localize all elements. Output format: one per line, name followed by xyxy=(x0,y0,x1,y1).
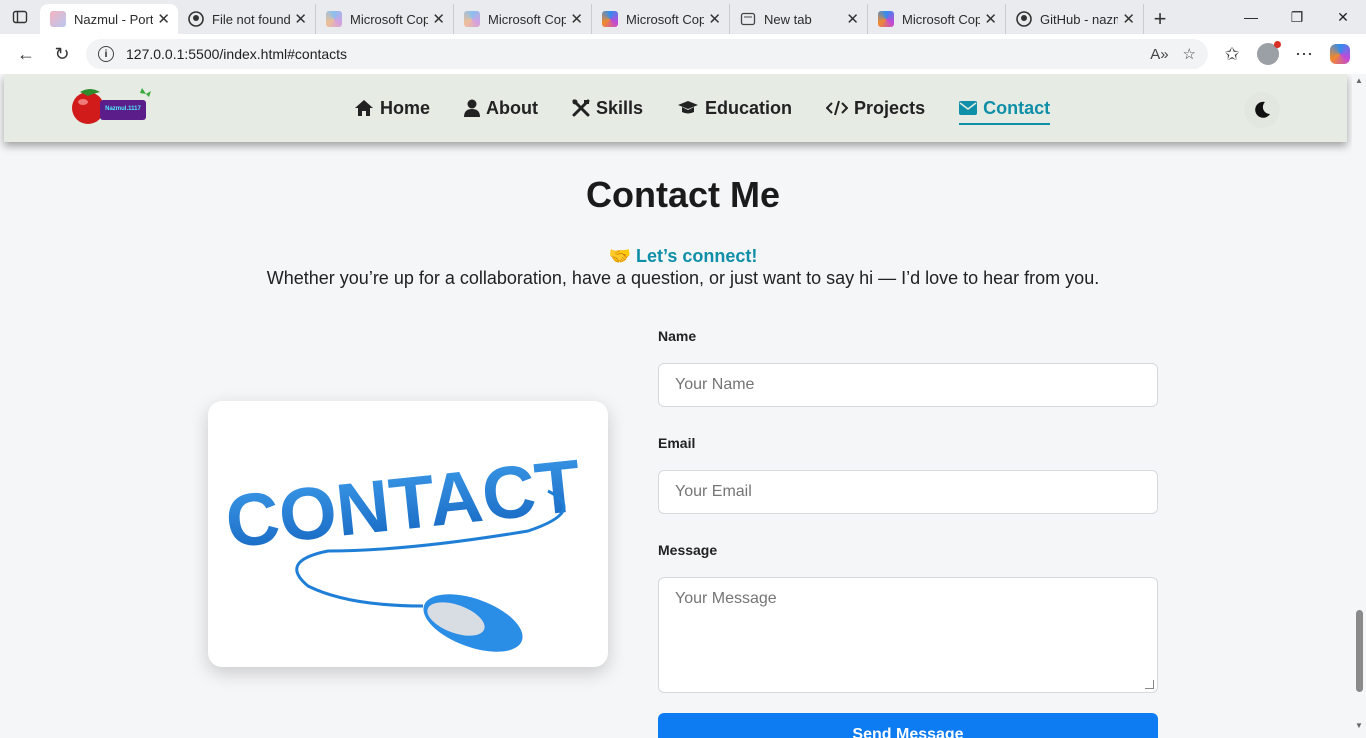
browser-tab[interactable]: New tab ✕ xyxy=(730,4,868,34)
site-logo[interactable]: Nazmul.1117 xyxy=(70,84,152,128)
logo-text: Nazmul.1117 xyxy=(105,106,141,112)
browser-toolbar: ← ↻ i 127.0.0.1:5500/index.html#contacts… xyxy=(0,34,1366,74)
connect-text: Let’s connect! xyxy=(636,246,758,266)
copilot-icon xyxy=(464,11,480,27)
tools-icon xyxy=(572,99,590,117)
connect-heading: 🤝 Let’s connect! xyxy=(0,246,1366,267)
message-label: Message xyxy=(658,542,718,558)
close-tab-icon[interactable]: ✕ xyxy=(708,10,721,28)
handshake-icon: 🤝 xyxy=(608,246,632,266)
close-tab-icon[interactable]: ✕ xyxy=(294,10,307,28)
graduation-cap-icon xyxy=(678,101,699,114)
copilot-button[interactable] xyxy=(1322,36,1358,72)
moon-icon xyxy=(1255,101,1270,118)
read-aloud-icon[interactable]: A» xyxy=(1150,46,1168,63)
contact-subtitle: Whether you’re up for a collaboration, h… xyxy=(266,268,1100,288)
address-bar[interactable]: i 127.0.0.1:5500/index.html#contacts A» … xyxy=(86,39,1208,69)
close-tab-icon[interactable]: ✕ xyxy=(570,10,583,28)
profile-avatar[interactable] xyxy=(1250,36,1286,72)
favorites-icon[interactable]: ✩ xyxy=(1214,36,1250,72)
browser-tab[interactable]: GitHub - nazm ✕ xyxy=(1006,4,1144,34)
copilot-icon xyxy=(878,11,894,27)
scroll-down-icon[interactable]: ▼ xyxy=(1355,721,1363,730)
favorite-star-icon[interactable]: ☆ xyxy=(1183,45,1196,63)
close-tab-icon[interactable]: ✕ xyxy=(157,10,170,28)
browser-tab[interactable]: Microsoft Cop ✕ xyxy=(868,4,1006,34)
nav-about[interactable]: About xyxy=(464,93,538,123)
close-tab-icon[interactable]: ✕ xyxy=(1122,10,1135,28)
send-message-button[interactable]: Send Message xyxy=(658,713,1158,738)
minimize-icon[interactable]: — xyxy=(1228,0,1274,34)
site-favicon xyxy=(50,11,66,27)
envelope-icon xyxy=(959,101,978,115)
refresh-icon[interactable]: ↻ xyxy=(44,36,80,72)
newtab-icon xyxy=(740,12,756,26)
email-input[interactable]: Your Email xyxy=(658,470,1158,514)
tomato-logo-icon: Nazmul.1117 xyxy=(72,88,151,124)
github-icon xyxy=(188,11,204,27)
nav-projects[interactable]: Projects xyxy=(826,93,925,123)
contact-image: CONTACT xyxy=(208,401,608,667)
tab-title: New tab xyxy=(764,11,812,27)
avatar xyxy=(1257,41,1281,65)
browser-tab-portfolio[interactable]: Nazmul - Portf ✕ xyxy=(40,4,178,34)
name-input[interactable]: Your Name xyxy=(658,363,1158,407)
tab-title: Nazmul - Portf xyxy=(74,11,154,27)
theme-toggle-button[interactable] xyxy=(1244,92,1280,128)
new-tab-button[interactable]: + xyxy=(1144,4,1176,34)
nav-contact-label: Contact xyxy=(983,97,1051,118)
page-viewport: Nazmul.1117 Home About Skills Education xyxy=(0,74,1366,738)
nav-skills-label: Skills xyxy=(596,97,644,118)
url-text[interactable]: 127.0.0.1:5500/index.html#contacts xyxy=(126,46,1136,62)
close-tab-icon[interactable]: ✕ xyxy=(984,10,997,28)
close-tab-icon[interactable]: ✕ xyxy=(432,10,445,28)
message-textarea[interactable]: Your Message xyxy=(658,577,1158,693)
nav-projects-label: Projects xyxy=(854,97,926,118)
site-navbar: Nazmul.1117 Home About Skills Education xyxy=(4,74,1347,142)
user-icon xyxy=(464,99,481,117)
main-nav: Home About Skills Education Projects Con… xyxy=(354,74,1084,142)
restore-icon[interactable]: ❐ xyxy=(1274,0,1320,34)
browser-tab[interactable]: Microsoft Cop ✕ xyxy=(316,4,454,34)
nav-home[interactable]: Home xyxy=(354,93,430,123)
back-arrow-icon[interactable]: ← xyxy=(8,36,44,72)
github-icon xyxy=(1016,11,1032,27)
tab-title: GitHub - nazm xyxy=(1040,11,1119,27)
copilot-icon xyxy=(1330,44,1350,64)
contact-illustration: CONTACT xyxy=(222,444,585,652)
nav-contact[interactable]: Contact xyxy=(959,93,1051,125)
page-scrollbar[interactable]: ▲ ▼ xyxy=(1352,74,1366,738)
copilot-icon xyxy=(602,11,618,27)
tab-title: Microsoft Cop xyxy=(626,11,705,27)
close-tab-icon[interactable]: ✕ xyxy=(846,10,859,28)
site-info-icon[interactable]: i xyxy=(98,46,114,62)
sidebar-panel-icon xyxy=(12,10,28,24)
close-window-icon[interactable]: ✕ xyxy=(1320,0,1366,34)
scroll-thumb[interactable] xyxy=(1356,610,1363,692)
browser-tab[interactable]: File not found ✕ xyxy=(178,4,316,34)
tab-title: Microsoft Cop xyxy=(350,11,429,27)
name-label: Name xyxy=(658,328,697,344)
contact-image-text: CONTACT xyxy=(222,444,585,564)
scroll-up-icon[interactable]: ▲ xyxy=(1355,76,1363,85)
tab-title: File not found xyxy=(212,11,291,27)
tab-actions-button[interactable] xyxy=(0,0,40,34)
browser-tab[interactable]: Microsoft Cop ✕ xyxy=(454,4,592,34)
tab-title: Microsoft Cop xyxy=(902,11,981,27)
code-icon xyxy=(826,100,849,116)
copilot-icon xyxy=(326,11,342,27)
more-menu-icon[interactable]: ⋯ xyxy=(1286,36,1322,72)
nav-education[interactable]: Education xyxy=(677,93,792,123)
nav-home-label: Home xyxy=(380,97,431,118)
browser-tab[interactable]: Microsoft Cop ✕ xyxy=(592,4,730,34)
tab-title: Microsoft Cop xyxy=(488,11,567,27)
email-label: Email xyxy=(658,435,696,451)
contact-form: Name Your Name Email Your Email Message … xyxy=(658,328,1158,738)
browser-tab-strip: Nazmul - Portf ✕ File not found ✕ Micros… xyxy=(0,0,1366,34)
page-title: Contact Me xyxy=(585,174,780,215)
nav-about-label: About xyxy=(486,97,538,118)
nav-skills[interactable]: Skills xyxy=(572,93,643,123)
nav-education-label: Education xyxy=(705,97,793,118)
home-icon xyxy=(355,100,373,116)
